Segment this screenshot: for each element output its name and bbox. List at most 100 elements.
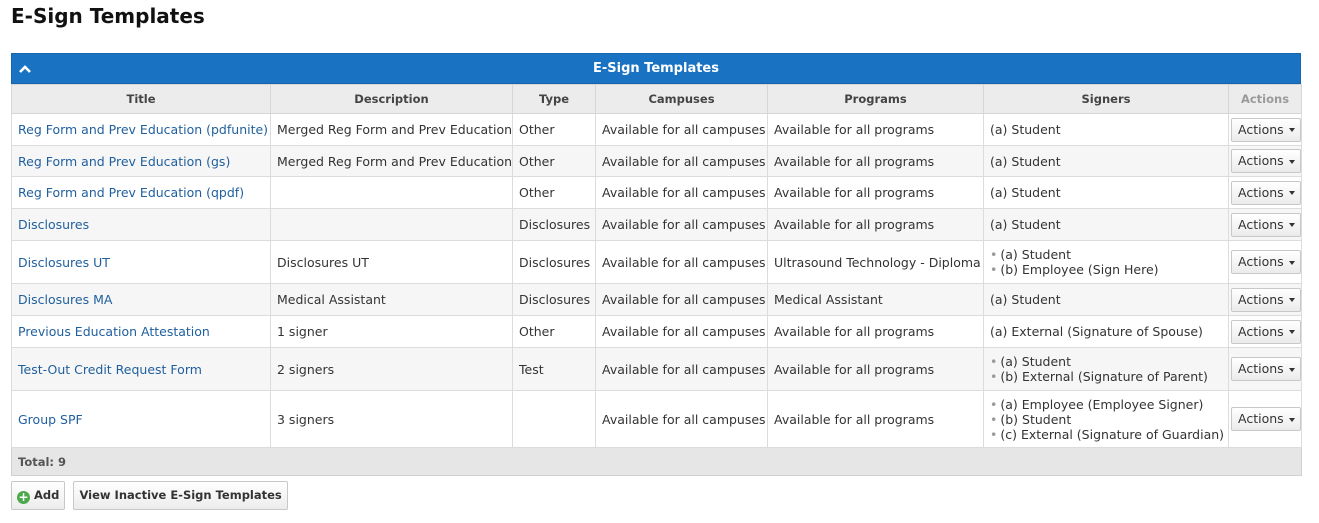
- template-title-link[interactable]: Reg Form and Prev Education (pdfunite): [18, 122, 268, 137]
- signers-cell: (a) Student: [983, 283, 1229, 316]
- campuses-cell: Available for all campuses: [595, 176, 768, 209]
- table-row: Disclosures MA Medical Assistant Disclosur…: [11, 283, 1302, 316]
- signer-label: (a) Employee (Employee Signer): [1000, 396, 1204, 412]
- signer-label: (b) Employee (Sign Here): [1000, 262, 1159, 277]
- title-cell: Disclosures MA: [11, 283, 271, 316]
- actions-button-label: Actions: [1238, 216, 1284, 232]
- signer-label: (b) Student: [1000, 411, 1072, 427]
- caret-down-icon: [1288, 330, 1295, 334]
- campuses-cell: Available for all campuses: [595, 240, 768, 284]
- type-cell: Other: [512, 145, 596, 177]
- template-title-link[interactable]: Test-Out Credit Request Form: [18, 362, 202, 377]
- column-header-actions: Actions: [1228, 84, 1302, 114]
- actions-dropdown-button[interactable]: Actions: [1231, 117, 1301, 142]
- actions-dropdown-button[interactable]: Actions: [1231, 357, 1301, 381]
- signer-list-item: • (c) External (Signature of Guardian): [990, 427, 1224, 442]
- template-title-link[interactable]: Previous Education Attestation: [18, 324, 210, 339]
- template-title-link[interactable]: Disclosures UT: [18, 255, 110, 270]
- signer-list-item: • (a) Student: [990, 354, 1222, 369]
- description-cell: 3 signers: [270, 390, 513, 448]
- title-cell: Reg Form and Prev Education (pdfunite): [11, 113, 271, 146]
- programs-cell: Available for all programs: [767, 390, 984, 448]
- title-cell: Reg Form and Prev Education (qpdf): [11, 176, 271, 209]
- signer-list-item: • (b) Employee (Sign Here): [990, 262, 1222, 277]
- actions-dropdown-button[interactable]: Actions: [1231, 149, 1301, 173]
- template-title-link[interactable]: Reg Form and Prev Education (gs): [18, 154, 230, 169]
- type-cell: Disclosures: [512, 208, 596, 241]
- template-title-link[interactable]: Disclosures: [18, 217, 89, 232]
- actions-dropdown-button[interactable]: Actions: [1231, 287, 1301, 312]
- signer-list: • (a) Employee (Employee Signer) • (b) Stud…: [990, 396, 1224, 442]
- actions-cell: Actions: [1228, 176, 1302, 209]
- table-footer-row: Total: 9: [11, 447, 1302, 476]
- actions-cell: Actions: [1228, 347, 1302, 391]
- signer-label: (a) External (Signature of Spouse): [990, 324, 1203, 339]
- actions-dropdown-button[interactable]: Actions: [1231, 407, 1301, 431]
- description-cell: Disclosures UT: [270, 240, 513, 284]
- description-cell: 1 signer: [270, 315, 513, 348]
- programs-cell: Medical Assistant: [767, 283, 984, 316]
- caret-down-icon: [1288, 367, 1295, 372]
- table-row: Disclosures Disclosures Available for all …: [11, 208, 1302, 241]
- description-cell: Merged Reg Form and Prev Education: [270, 113, 513, 146]
- actions-dropdown-button[interactable]: Actions: [1231, 319, 1301, 344]
- programs-cell: Ultrasound Technology - Diploma: [767, 240, 984, 284]
- total-count: Total: 9: [11, 447, 1302, 476]
- panel-title: E-Sign Templates: [593, 61, 719, 76]
- table-row: Reg Form and Prev Education (qpdf) Other A…: [11, 176, 1302, 209]
- type-cell: Disclosures: [512, 283, 596, 316]
- bullet-icon: •: [990, 354, 998, 369]
- programs-cell: Available for all programs: [767, 315, 984, 348]
- template-title-link[interactable]: Disclosures MA: [18, 292, 112, 307]
- button-bar: + Add View Inactive E-Sign Templates: [11, 481, 291, 510]
- column-header-programs[interactable]: Programs: [767, 84, 984, 114]
- bullet-icon: •: [990, 411, 998, 427]
- title-cell: Test-Out Credit Request Form: [11, 347, 271, 391]
- column-header-description[interactable]: Description: [270, 84, 513, 114]
- signer-label: (a) Student: [990, 185, 1061, 200]
- table-row: Previous Education Attestation 1 signer Ot…: [11, 315, 1302, 348]
- signer-label: (a) Student: [1000, 247, 1071, 262]
- caret-down-icon: [1288, 128, 1295, 132]
- actions-dropdown-button[interactable]: Actions: [1231, 212, 1301, 237]
- programs-cell: Available for all programs: [767, 208, 984, 241]
- signer-label: (a) Student: [990, 292, 1061, 307]
- plus-circle-icon: +: [17, 490, 30, 504]
- table-row: Reg Form and Prev Education (gs) Merged R…: [11, 145, 1302, 177]
- programs-cell: Available for all programs: [767, 113, 984, 146]
- title-cell: Disclosures: [11, 208, 271, 241]
- programs-cell: Available for all programs: [767, 176, 984, 209]
- actions-cell: Actions: [1228, 240, 1302, 284]
- column-header-campuses[interactable]: Campuses: [595, 84, 768, 114]
- add-button-label: Add: [34, 488, 60, 502]
- actions-button-label: Actions: [1238, 411, 1284, 426]
- add-button[interactable]: + Add: [11, 481, 66, 510]
- actions-cell: Actions: [1228, 208, 1302, 241]
- type-cell: Disclosures: [512, 240, 596, 284]
- column-header-signers[interactable]: Signers: [983, 84, 1229, 114]
- actions-button-label: Actions: [1238, 323, 1284, 339]
- signer-list: • (a) Student • (b) Employee (Sign Here): [990, 247, 1222, 277]
- template-title-link[interactable]: Reg Form and Prev Education (qpdf): [18, 185, 244, 200]
- title-cell: Disclosures UT: [11, 240, 271, 284]
- caret-down-icon: [1288, 298, 1295, 302]
- template-title-link[interactable]: Group SPF: [18, 412, 83, 427]
- description-cell: 2 signers: [270, 347, 513, 391]
- page-title: E-Sign Templates: [11, 4, 205, 28]
- column-header-type[interactable]: Type: [512, 84, 596, 114]
- campuses-cell: Available for all campuses: [595, 145, 768, 177]
- title-cell: Reg Form and Prev Education (gs): [11, 145, 271, 177]
- description-cell: Merged Reg Form and Prev Education: [270, 145, 513, 177]
- actions-dropdown-button[interactable]: Actions: [1231, 250, 1301, 274]
- view-inactive-templates-button[interactable]: View Inactive E-Sign Templates: [73, 481, 288, 510]
- campuses-cell: Available for all campuses: [595, 347, 768, 391]
- caret-down-icon: [1288, 260, 1295, 265]
- table-row: Disclosures UT Disclosures UT Disclosures A…: [11, 240, 1302, 284]
- actions-button-label: Actions: [1238, 184, 1284, 200]
- chevron-up-icon[interactable]: [18, 62, 32, 76]
- programs-cell: Available for all programs: [767, 145, 984, 177]
- signer-list-item: • (a) Student: [990, 247, 1222, 262]
- column-header-title[interactable]: Title: [11, 84, 271, 114]
- actions-dropdown-button[interactable]: Actions: [1231, 180, 1301, 205]
- signer-label: (a) Student: [990, 122, 1061, 137]
